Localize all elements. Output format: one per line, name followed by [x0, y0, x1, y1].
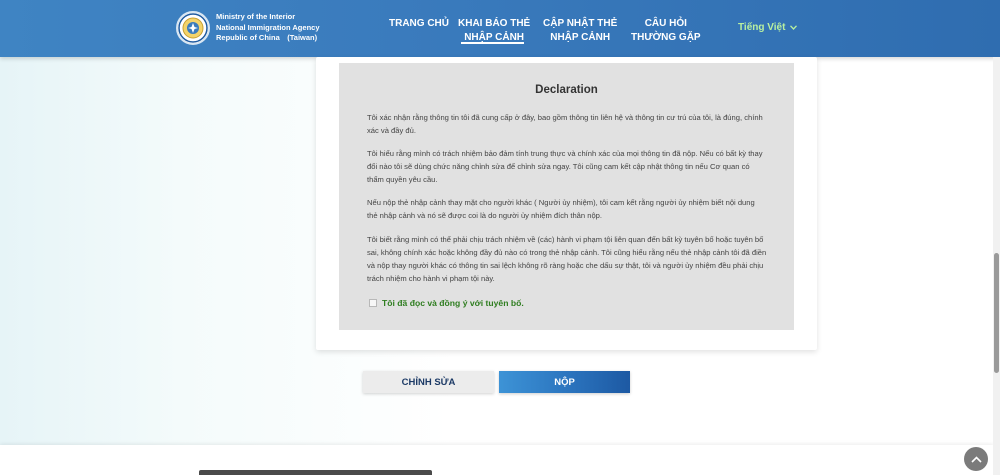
nav-home-label: TRANG CHỦ — [389, 18, 449, 29]
agency-name[interactable]: Ministry of the Interior National Immigr… — [216, 12, 320, 44]
nav-update-entry-card[interactable]: CẬP NHẬT THẺ NHẬP CẢNH — [543, 17, 617, 45]
nav-home[interactable]: TRANG CHỦ — [389, 17, 449, 31]
submit-button[interactable]: NỘP — [499, 371, 630, 393]
back-to-top-button[interactable] — [964, 447, 988, 471]
declaration-paragraph-3: Nếu nộp thẻ nhập cảnh thay mặt cho người… — [367, 198, 755, 220]
nav-entry-declaration-line-1: KHAI BÁO THẺ — [458, 18, 531, 29]
edit-button[interactable]: CHỈNH SỬA — [363, 371, 494, 393]
nav-update-entry-card-line-1: CẬP NHẬT THẺ — [543, 18, 618, 29]
declaration-paragraph-1: Tôi xác nhận rằng thông tin tôi đã cung … — [367, 113, 763, 135]
scrollbar-thumb[interactable] — [994, 253, 999, 373]
agency-line-1: Ministry of the Interior — [216, 12, 296, 21]
chevron-down-icon — [788, 22, 798, 33]
chevron-up-icon — [970, 455, 982, 463]
nav-faq-line-1: CÂU HỎI — [644, 18, 687, 29]
footer-image — [199, 470, 432, 475]
footer — [0, 445, 993, 475]
nav-faq[interactable]: CÂU HỎI THƯỜNG GẶP — [631, 17, 701, 45]
agree-checkbox-row[interactable]: Tôi đã đọc và đồng ý với tuyên bố. — [369, 298, 524, 308]
declaration-paragraph-4: Tôi biết rằng mình có thể phải chịu trác… — [367, 235, 767, 283]
agency-line-3: Republic of China (Taiwan) — [216, 33, 318, 42]
immigration-seal-icon[interactable] — [176, 11, 210, 45]
declaration-paragraph-2: Tôi hiểu rằng mình có trách nhiệm bảo đả… — [367, 149, 763, 184]
nav-entry-declaration[interactable]: KHAI BÁO THẺ NHẬP CẢNH — [458, 17, 530, 45]
site-header: Ministry of the Interior National Immigr… — [0, 0, 1000, 57]
agree-checkbox[interactable] — [369, 299, 377, 307]
declaration-panel: Declaration Tôi xác nhận rằng thông tin … — [339, 63, 794, 330]
nav-active-indicator — [461, 42, 524, 44]
nav-update-entry-card-line-2: NHẬP CẢNH — [550, 32, 611, 43]
nav-faq-line-2: THƯỜNG GẶP — [631, 32, 701, 43]
language-selector[interactable]: Tiếng Việt — [738, 22, 798, 33]
language-label: Tiếng Việt — [738, 22, 786, 33]
agree-label[interactable]: Tôi đã đọc và đồng ý với tuyên bố. — [382, 298, 524, 308]
declaration-title: Declaration — [535, 84, 598, 96]
agency-line-2: National Immigration Agency — [216, 22, 320, 32]
